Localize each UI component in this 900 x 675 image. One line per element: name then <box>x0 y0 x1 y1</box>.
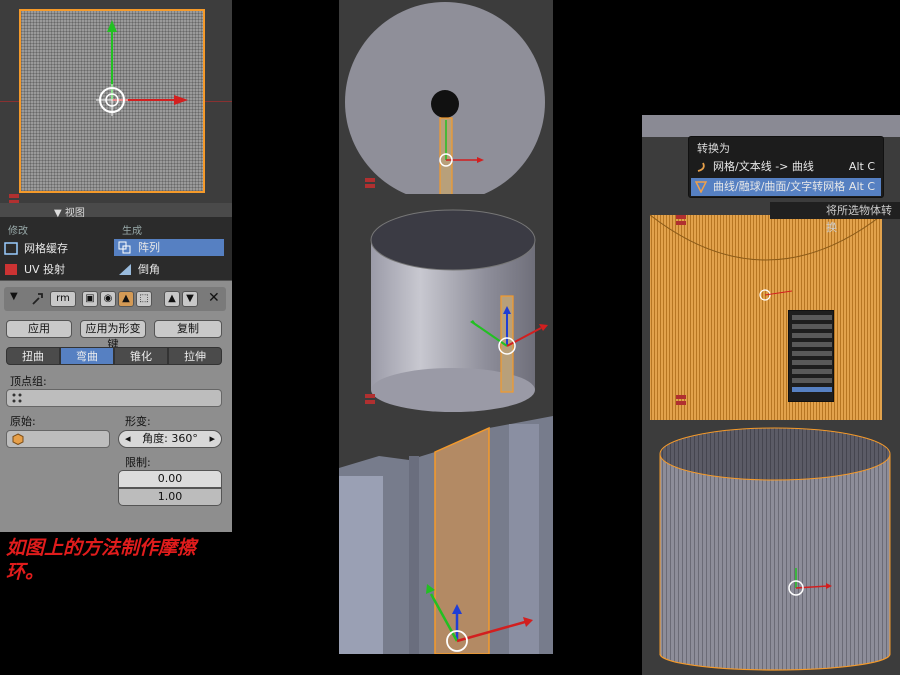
limits-label: 限制: <box>125 456 151 469</box>
angle-decrement-icon[interactable]: ◂ <box>125 431 131 447</box>
limit-min-field[interactable]: 0.00 <box>118 470 222 488</box>
viewport-plane[interactable] <box>0 0 232 212</box>
editmode-icon[interactable]: ▲ <box>118 291 134 307</box>
modifier-header: ▼ rm ▣ ◉ ▲ ⬚ ▲ ▼ ✕ <box>4 287 226 311</box>
deform-label: 形变: <box>125 415 151 428</box>
menu-item-array[interactable]: 阵列 <box>114 239 224 256</box>
viewport-cylinder-bent[interactable] <box>339 194 553 416</box>
modifier-add-menu: ▼ 视图 修改 生成 网格缓存 阵列 UV 投射 倒角 <box>0 203 232 280</box>
viewport-cylinder-final[interactable] <box>642 420 900 675</box>
red-down-arrow-icon <box>676 215 686 225</box>
apply-button[interactable]: 应用 <box>6 320 72 338</box>
close-icon[interactable]: ✕ <box>208 290 220 306</box>
array-icon <box>118 241 131 254</box>
apply-as-shapekey-button[interactable]: 应用为形变键 <box>80 320 146 351</box>
mesh-cache-icon <box>4 242 18 255</box>
viewport-disc[interactable] <box>339 0 553 194</box>
method-taper[interactable]: 锥化 <box>114 347 168 365</box>
view-header-label: ▼ 视图 <box>54 208 85 219</box>
menu-item-mesh-cache[interactable]: 网格缓存 <box>0 240 110 257</box>
bent-cylinder-mesh[interactable] <box>339 194 553 416</box>
vertex-group-field[interactable] <box>6 389 222 407</box>
mini-menu-row <box>792 324 832 329</box>
mini-menu-row <box>792 378 832 383</box>
cube-icon <box>12 433 24 445</box>
viewport-closeup[interactable] <box>339 416 553 654</box>
convert-menu-title: 转换为 <box>697 142 730 155</box>
limit-max-field[interactable]: 1.00 <box>118 488 222 506</box>
view-header-strip: ▼ 视图 <box>0 203 232 219</box>
red-down-arrow-icon <box>365 394 375 404</box>
convert-item-mesh-to-curve[interactable]: 网格/文本线 -> 曲线 Alt C <box>691 158 881 176</box>
mini-menu-row <box>792 333 832 338</box>
mini-menu-row <box>792 369 832 374</box>
cage-icon[interactable]: ⬚ <box>136 291 152 307</box>
down-arrow-icon[interactable]: ▼ <box>182 291 198 307</box>
curve-icon <box>697 162 705 172</box>
modifier-wrench-icon <box>32 293 43 305</box>
copy-button[interactable]: 复制 <box>154 320 222 338</box>
bevel-icon <box>119 264 131 275</box>
closeup-mesh[interactable] <box>339 416 553 654</box>
modifier-name-field[interactable]: rm <box>50 291 76 307</box>
mesh-triangle-icon <box>695 181 707 193</box>
method-twist[interactable]: 扭曲 <box>6 347 60 365</box>
angle-increment-icon[interactable]: ▸ <box>209 431 215 447</box>
modify-header: 修改 <box>8 226 28 237</box>
red-down-arrow-icon <box>361 416 379 426</box>
tutorial-caption: 如图上的方法制作摩擦环。 <box>6 537 197 583</box>
method-stretch[interactable]: 拉伸 <box>168 347 222 365</box>
simple-deform-modifier-panel: ▼ rm ▣ ◉ ▲ ⬚ ▲ ▼ ✕ 应用 应用为形变键 复制 扭曲 弯曲 锥化… <box>0 280 232 532</box>
menu-item-bevel[interactable]: 倒角 <box>114 261 224 278</box>
convert-tooltip: 将所选物体转换 <box>770 202 900 234</box>
convert-item-to-mesh[interactable]: 曲线/融球/曲面/文字转网格 Alt C <box>691 178 881 196</box>
generate-header: 生成 <box>122 226 142 237</box>
render-icon[interactable]: ▣ <box>82 291 98 307</box>
collapse-triangle-icon[interactable]: ▼ <box>10 291 18 302</box>
eye-icon[interactable]: ◉ <box>100 291 116 307</box>
up-arrow-icon[interactable]: ▲ <box>164 291 180 307</box>
origin-label: 原始: <box>10 415 36 428</box>
final-cylinder-mesh[interactable] <box>642 420 900 675</box>
transform-manipulator-icon[interactable] <box>0 0 232 212</box>
vertex-group-label: 顶点组: <box>10 375 47 388</box>
red-down-arrow-icon <box>365 178 375 188</box>
angle-field[interactable]: ◂ 角度: 360° ▸ <box>118 430 222 448</box>
disc-mesh[interactable] <box>339 0 553 194</box>
origin-object-field[interactable] <box>6 430 110 448</box>
convert-to-menu: 转换为 网格/文本线 -> 曲线 Alt C 曲线/融球/曲面/文字转网格 Al… <box>688 136 884 198</box>
menu-item-uv-project[interactable]: UV 投射 <box>0 261 110 278</box>
vertex-group-icon <box>12 393 22 403</box>
object-context-menu-thumbnail <box>788 310 834 402</box>
mini-menu-row <box>792 360 832 365</box>
method-bend[interactable]: 弯曲 <box>60 347 114 365</box>
mini-menu-row-selected <box>792 387 832 392</box>
mini-menu-row <box>792 342 832 347</box>
red-down-arrow-icon <box>676 395 686 405</box>
uv-project-icon <box>5 264 17 275</box>
mini-menu-row <box>792 351 832 356</box>
mini-menu-row <box>792 315 832 320</box>
